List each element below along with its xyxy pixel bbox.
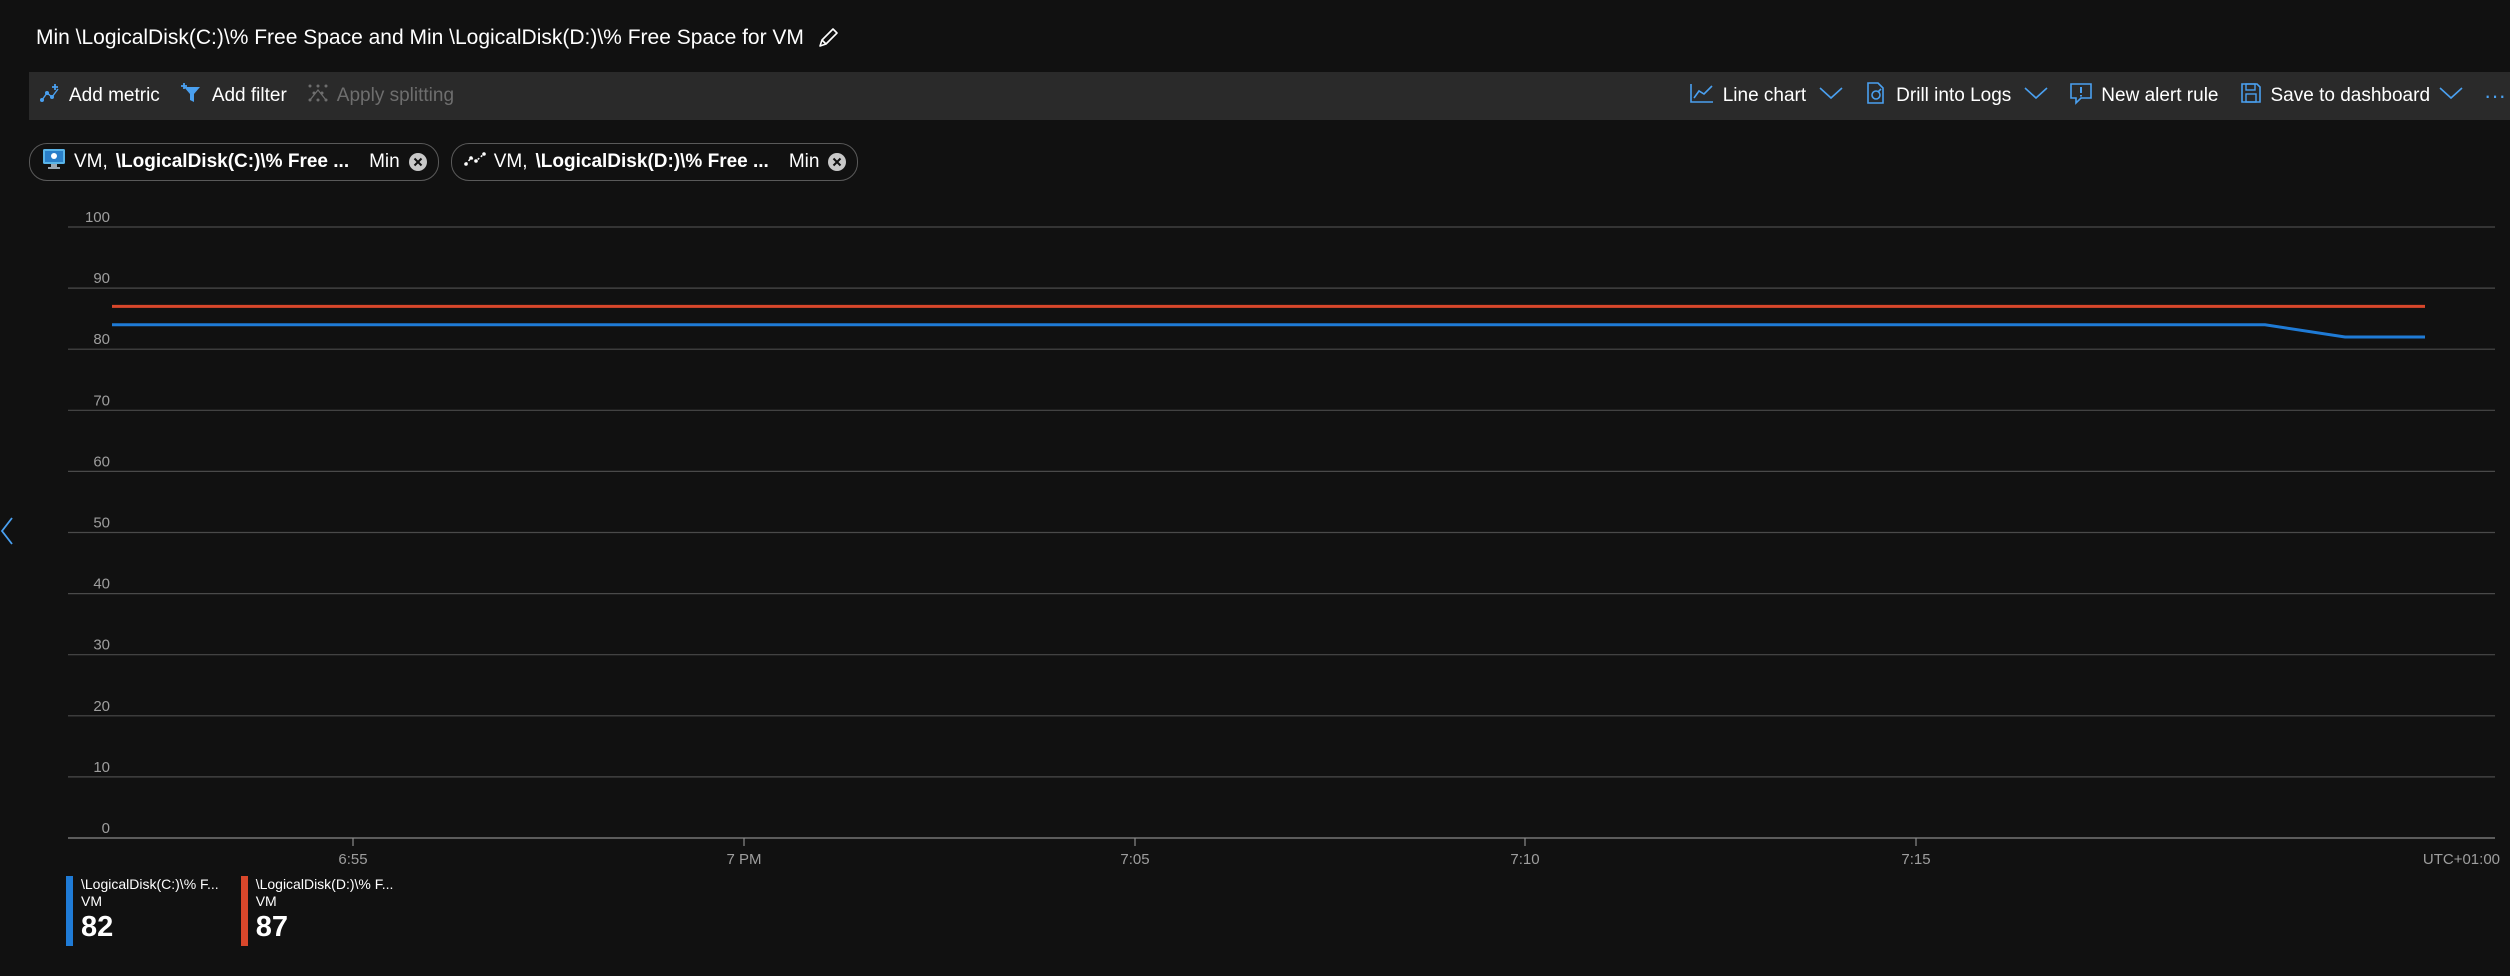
add-metric-button[interactable]: Add metric xyxy=(29,72,170,120)
chart-title: Min \LogicalDisk(C:)\% Free Space and Mi… xyxy=(36,26,804,49)
new-alert-rule-button[interactable]: New alert rule xyxy=(2059,72,2228,120)
save-to-dashboard-label: Save to dashboard xyxy=(2270,85,2431,106)
pill-resource: VM, xyxy=(493,151,528,172)
close-icon[interactable] xyxy=(827,152,847,172)
x-axis: 6:55 7 PM 7:05 7:10 7:15 xyxy=(338,838,1931,868)
new-alert-rule-label: New alert rule xyxy=(2101,85,2219,106)
pill-resource: VM, xyxy=(74,151,108,172)
save-icon xyxy=(2239,81,2263,111)
legend-color-swatch xyxy=(66,876,73,946)
y-axis: 0 10 20 30 40 50 60 70 80 90 100 xyxy=(85,209,110,837)
add-filter-label: Add filter xyxy=(211,85,287,106)
add-metric-icon xyxy=(39,82,61,110)
line-chart-icon xyxy=(1689,82,1715,110)
chart-series xyxy=(112,304,2425,339)
chevron-down-icon xyxy=(1818,85,1844,107)
line-chart-label: Line chart xyxy=(1722,85,1807,106)
x-tick-label: 7 PM xyxy=(726,851,761,868)
pill-aggregation: Min xyxy=(788,151,820,172)
vm-monitor-icon xyxy=(42,148,66,176)
y-tick-label: 20 xyxy=(93,698,110,715)
chart-toolbar: Add metric Add filter Apply splitting Li… xyxy=(29,72,2510,120)
x-tick-label: 6:55 xyxy=(338,851,367,868)
y-tick-label: 0 xyxy=(102,820,110,837)
legend-resource: VM xyxy=(255,893,277,909)
legend-color-swatch xyxy=(240,876,248,946)
more-options-icon[interactable]: ··· xyxy=(2474,72,2510,120)
pill-metric: \LogicalDisk(D:)\% Free ... xyxy=(535,151,769,172)
series-line xyxy=(112,323,2425,339)
chart-header: Min \LogicalDisk(C:)\% Free Space and Mi… xyxy=(36,22,842,54)
y-tick-label: 30 xyxy=(93,637,110,654)
chevron-down-icon xyxy=(2023,85,2049,107)
y-tick-label: 10 xyxy=(93,759,110,776)
metric-pill-c-drive[interactable]: VM, \LogicalDisk(C:)\% Free ... Min xyxy=(29,143,439,181)
filter-icon xyxy=(180,82,204,110)
apply-splitting-label: Apply splitting xyxy=(336,85,455,106)
y-tick-label: 50 xyxy=(93,515,110,532)
drill-into-logs-dropdown[interactable]: Drill into Logs xyxy=(1854,72,2059,120)
x-tick-label: 7:10 xyxy=(1510,851,1539,868)
drill-into-logs-label: Drill into Logs xyxy=(1896,85,2012,106)
legend-value: 87 xyxy=(255,911,288,943)
legend-value: 82 xyxy=(81,911,114,943)
legend-item-c-drive[interactable]: \LogicalDisk(C:)\% F... VM 82 xyxy=(66,876,219,946)
apply-splitting-button[interactable]: Apply splitting xyxy=(297,72,464,120)
alert-icon xyxy=(2069,81,2093,111)
chart-legend: \LogicalDisk(C:)\% F... VM 82 \LogicalDi… xyxy=(66,876,393,946)
add-filter-button[interactable]: Add filter xyxy=(170,72,297,120)
add-metric-label: Add metric xyxy=(69,85,160,106)
timezone-label: UTC+01:00 xyxy=(2423,851,2500,868)
x-tick-label: 7:05 xyxy=(1120,851,1149,868)
line-chart: 0 10 20 30 40 50 60 70 80 90 100 6:55 7 PM 7:05 7:10 7… xyxy=(68,209,2500,868)
legend-item-d-drive[interactable]: \LogicalDisk(D:)\% F... VM 87 xyxy=(240,876,394,946)
legend-series-name: \LogicalDisk(D:)\% F... xyxy=(255,876,394,892)
close-icon[interactable] xyxy=(408,152,428,172)
y-tick-label: 70 xyxy=(93,392,110,409)
metric-pills: VM, \LogicalDisk(C:)\% Free ... Min VM, … xyxy=(29,143,859,181)
metric-pill-d-drive[interactable]: VM, \LogicalDisk(D:)\% Free ... Min xyxy=(450,143,859,181)
metric-line-icon xyxy=(463,149,486,175)
y-tick-label: 90 xyxy=(93,270,110,287)
pill-aggregation: Min xyxy=(369,151,400,172)
line-chart-dropdown[interactable]: Line chart xyxy=(1679,72,1854,120)
y-tick-label: 100 xyxy=(85,209,110,226)
y-tick-label: 80 xyxy=(93,331,110,348)
y-tick-label: 40 xyxy=(93,576,110,593)
x-tick-label: 7:15 xyxy=(1901,851,1930,868)
save-to-dashboard-dropdown[interactable]: Save to dashboard xyxy=(2229,72,2475,120)
pencil-icon[interactable] xyxy=(816,25,842,51)
y-tick-label: 60 xyxy=(93,453,110,470)
splitting-icon xyxy=(307,82,329,110)
chart-grid xyxy=(68,226,2495,839)
legend-series-name: \LogicalDisk(C:)\% F... xyxy=(81,876,219,892)
chevron-down-icon xyxy=(2438,85,2464,107)
pill-metric: \LogicalDisk(C:)\% Free ... xyxy=(115,151,350,172)
logs-icon xyxy=(1864,81,1888,111)
legend-resource: VM xyxy=(81,893,102,909)
